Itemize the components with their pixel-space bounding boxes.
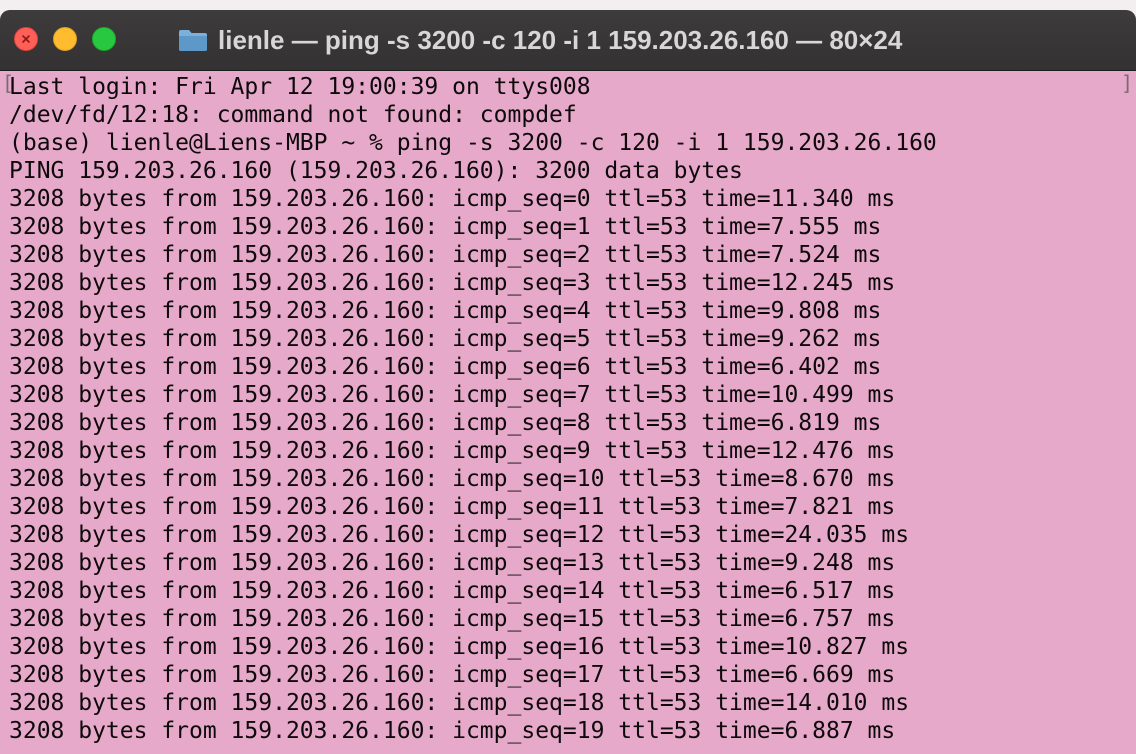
title-bar[interactable]: lienle — ping -s 3200 -c 120 -i 1 159.20… (0, 10, 1136, 71)
mark-left-bracket: [ (2, 71, 15, 95)
terminal-line: 3208 bytes from 159.203.26.160: icmp_seq… (9, 662, 896, 688)
terminal-line: 3208 bytes from 159.203.26.160: icmp_seq… (9, 410, 882, 436)
terminal-line: 3208 bytes from 159.203.26.160: icmp_seq… (9, 578, 896, 604)
window-title-group: lienle — ping -s 3200 -c 120 -i 1 159.20… (178, 10, 902, 70)
terminal-line: PING 159.203.26.160 (159.203.26.160): 32… (9, 158, 743, 184)
terminal-line: Last login: Fri Apr 12 19:00:39 on ttys0… (9, 74, 591, 100)
mark-right-bracket: ] (1120, 71, 1133, 95)
folder-icon (179, 30, 207, 51)
window-controls (14, 27, 116, 51)
terminal-line: 3208 bytes from 159.203.26.160: icmp_seq… (9, 466, 896, 492)
terminal-line: 3208 bytes from 159.203.26.160: icmp_seq… (9, 298, 882, 324)
terminal-line: 3208 bytes from 159.203.26.160: icmp_seq… (9, 606, 896, 632)
close-button[interactable] (14, 27, 38, 51)
terminal-line: 3208 bytes from 159.203.26.160: icmp_seq… (9, 690, 910, 716)
terminal-output[interactable]: Last login: Fri Apr 12 19:00:39 on ttys0… (0, 71, 1136, 754)
terminal-line: 3208 bytes from 159.203.26.160: icmp_seq… (9, 354, 882, 380)
terminal-line: 3208 bytes from 159.203.26.160: icmp_seq… (9, 382, 896, 408)
terminal-window: lienle — ping -s 3200 -c 120 -i 1 159.20… (0, 10, 1136, 754)
zoom-button[interactable] (92, 27, 116, 51)
terminal-line: 3208 bytes from 159.203.26.160: icmp_seq… (9, 438, 896, 464)
terminal-line: 3208 bytes from 159.203.26.160: icmp_seq… (9, 522, 910, 548)
close-icon (22, 35, 30, 43)
terminal-line: 3208 bytes from 159.203.26.160: icmp_seq… (9, 718, 896, 744)
terminal-line: 3208 bytes from 159.203.26.160: icmp_seq… (9, 186, 896, 212)
terminal-line: (base) lienle@Liens-MBP ~ % ping -s 3200… (9, 130, 937, 156)
terminal-line: /dev/fd/12:18: command not found: compde… (9, 102, 577, 128)
terminal-line: 3208 bytes from 159.203.26.160: icmp_seq… (9, 214, 882, 240)
terminal-line: 3208 bytes from 159.203.26.160: icmp_seq… (9, 270, 896, 296)
terminal-line: 3208 bytes from 159.203.26.160: icmp_seq… (9, 634, 910, 660)
terminal-line: 3208 bytes from 159.203.26.160: icmp_seq… (9, 326, 882, 352)
terminal-line: 3208 bytes from 159.203.26.160: icmp_seq… (9, 242, 882, 268)
minimize-button[interactable] (53, 27, 77, 51)
window-title: lienle — ping -s 3200 -c 120 -i 1 159.20… (218, 24, 903, 55)
terminal-line: 3208 bytes from 159.203.26.160: icmp_seq… (9, 550, 896, 576)
terminal-line: 3208 bytes from 159.203.26.160: icmp_seq… (9, 494, 896, 520)
